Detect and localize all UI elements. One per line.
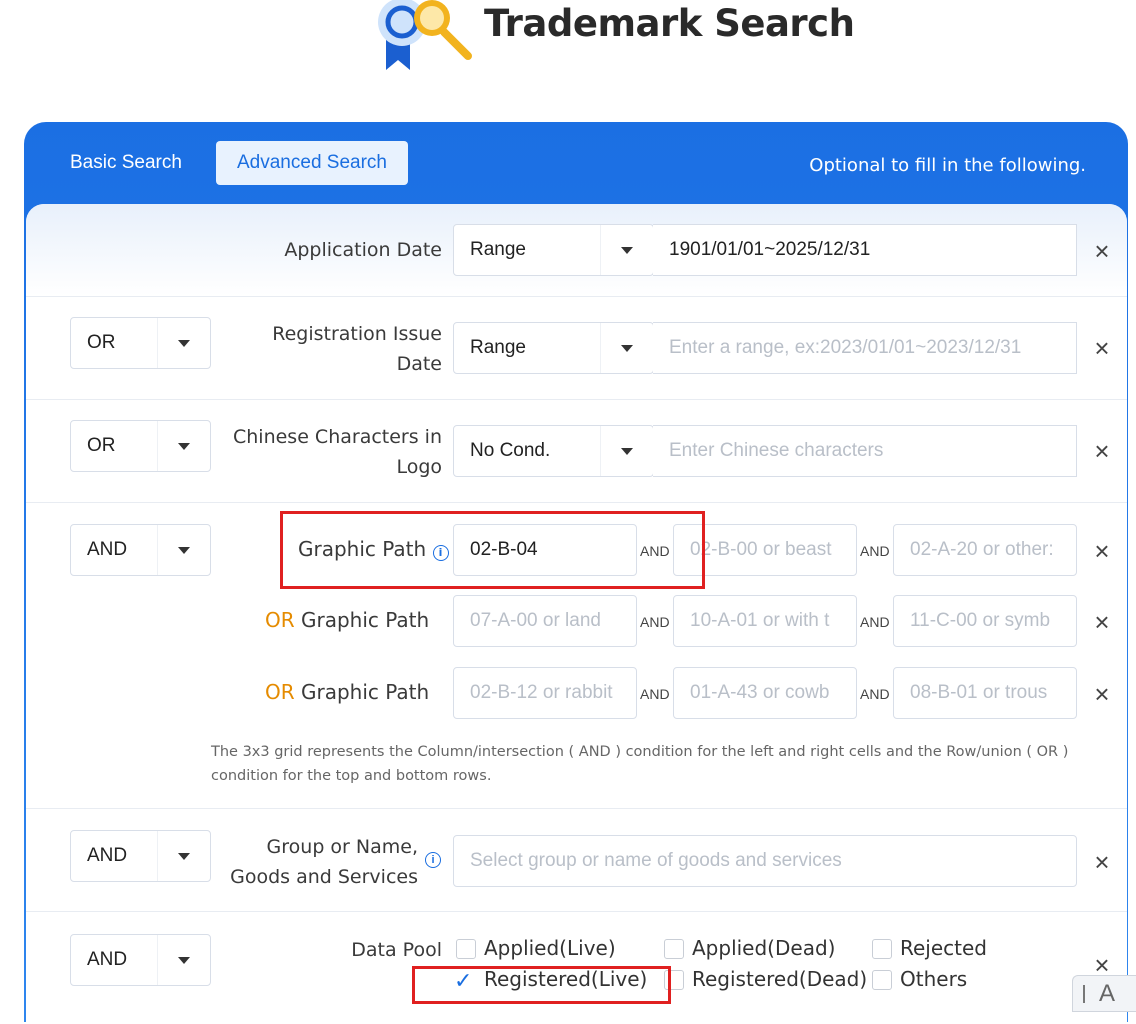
close-icon[interactable]: ×	[1090, 679, 1114, 710]
option-label: Applied(Live)	[484, 936, 616, 960]
registration-issue-date-label: Registration Issue Date	[200, 319, 442, 379]
label-text: Graphic Path	[301, 608, 430, 632]
tab-advanced-search[interactable]: Advanced Search	[216, 141, 408, 185]
divider	[26, 296, 1127, 297]
input-value: 1901/01/01~2025/12/31	[669, 239, 871, 260]
operator-select-datapool[interactable]: AND	[70, 934, 211, 986]
and-tag: AND	[860, 686, 890, 702]
select-value: Range	[470, 337, 526, 358]
tab-basic-search[interactable]: Basic Search	[70, 152, 182, 174]
option-label: Applied(Dead)	[692, 936, 836, 960]
cursor-icon	[1083, 984, 1085, 1003]
chinese-characters-mode-select[interactable]: No Cond.	[453, 425, 654, 477]
registration-date-mode-select[interactable]: Range	[453, 322, 654, 374]
registration-date-input[interactable]: Enter a range, ex:2023/01/01~2023/12/31	[653, 322, 1077, 374]
input-placeholder: 02-B-12 or rabbit	[470, 682, 613, 703]
checkbox-rejected[interactable]	[872, 939, 892, 959]
input-placeholder: 11-C-00 or symb	[910, 610, 1051, 631]
or-graphic-path-label: OR Graphic Path	[265, 608, 429, 632]
application-date-mode-select[interactable]: Range	[453, 224, 654, 276]
operator-select-graphic[interactable]: AND	[70, 524, 211, 576]
chinese-characters-label: Chinese Characters in Logo	[200, 422, 442, 482]
option-label: Registered(Dead)	[692, 967, 868, 991]
option-label: Rejected	[900, 936, 988, 960]
optional-hint: Optional to fill in the following.	[809, 155, 1086, 176]
input-placeholder: 10-A-01 or with t	[690, 610, 830, 631]
checkbox-applied-dead[interactable]	[664, 939, 684, 959]
caret-down-icon	[600, 323, 653, 373]
application-date-input[interactable]: 1901/01/01~2025/12/31	[653, 224, 1077, 276]
input-placeholder: Select group or name of goods and servic…	[470, 850, 842, 871]
close-icon[interactable]: ×	[1090, 536, 1114, 567]
graphic-path-r3c1[interactable]: 02-B-12 or rabbit	[453, 667, 637, 719]
input-placeholder: 07-A-00 or land	[470, 610, 601, 631]
label-line: Goods and Services	[230, 866, 418, 888]
graphic-path-r3c3[interactable]: 08-B-01 or trous	[893, 667, 1077, 719]
input-placeholder: 01-A-43 or cowb	[690, 682, 830, 703]
select-value: AND	[87, 845, 128, 866]
close-icon[interactable]: ×	[1090, 847, 1114, 878]
divider	[26, 399, 1127, 400]
label-line: Chinese Characters in	[232, 426, 442, 448]
select-value: AND	[87, 539, 128, 560]
caret-down-icon	[157, 935, 210, 985]
page-title: Trademark Search	[484, 2, 855, 45]
graphic-path-r3c2[interactable]: 01-A-43 or cowb	[673, 667, 857, 719]
label-line: Registration Issue	[272, 323, 442, 345]
or-word: OR	[265, 608, 295, 632]
select-value: OR	[87, 435, 116, 456]
label-line: Logo	[396, 456, 442, 478]
caret-down-icon	[157, 525, 210, 575]
divider	[26, 911, 1127, 912]
and-tag: AND	[860, 543, 890, 559]
select-value: AND	[87, 949, 128, 970]
input-placeholder: 02-A-20 or other:	[910, 539, 1054, 560]
input-placeholder: Enter a range, ex:2023/01/01~2023/12/31	[669, 337, 1022, 358]
and-tag: AND	[640, 614, 670, 630]
checkbox-applied-live[interactable]	[456, 939, 476, 959]
label-text: Graphic Path	[301, 680, 430, 704]
text-size-widget[interactable]: A	[1072, 975, 1136, 1012]
close-icon[interactable]: ×	[1090, 436, 1114, 467]
data-pool-label: Data Pool	[351, 939, 442, 961]
application-date-label: Application Date	[284, 239, 442, 261]
or-graphic-path-label: OR Graphic Path	[265, 680, 429, 704]
input-placeholder: Enter Chinese characters	[669, 440, 884, 461]
select-value: No Cond.	[470, 440, 551, 461]
goods-services-select[interactable]: Select group or name of goods and servic…	[453, 835, 1077, 887]
input-placeholder: 08-B-01 or trous	[910, 682, 1048, 703]
divider	[26, 808, 1127, 809]
close-icon[interactable]: ×	[1090, 333, 1114, 364]
info-icon[interactable]: i	[425, 852, 441, 868]
grid-help-note: The 3x3 grid represents the Column/inter…	[211, 744, 1069, 784]
graphic-path-r2c1[interactable]: 07-A-00 or land	[453, 595, 637, 647]
operator-select-chinese[interactable]: OR	[70, 420, 211, 472]
highlight-box	[412, 966, 671, 1004]
font-size-icon: A	[1099, 979, 1116, 1007]
close-icon[interactable]: ×	[1090, 607, 1114, 638]
graphic-path-r2c3[interactable]: 11-C-00 or symb	[893, 595, 1077, 647]
checkbox-others[interactable]	[872, 970, 892, 990]
divider	[26, 502, 1127, 503]
select-value: OR	[87, 332, 116, 353]
input-placeholder: 02-B-00 or beast	[690, 539, 832, 560]
graphic-path-r2c2[interactable]: 10-A-01 or with t	[673, 595, 857, 647]
operator-select-goods[interactable]: AND	[70, 830, 211, 882]
option-label: Others	[900, 967, 968, 991]
chinese-characters-input[interactable]: Enter Chinese characters	[653, 425, 1077, 477]
label-line: Date	[396, 353, 442, 375]
highlight-box	[280, 511, 705, 589]
caret-down-icon	[600, 225, 653, 275]
select-value: Range	[470, 239, 526, 260]
and-tag: AND	[860, 614, 890, 630]
caret-down-icon	[600, 426, 653, 476]
goods-services-label: Group or Name, Goods and Services	[200, 832, 418, 892]
operator-select-registration[interactable]: OR	[70, 317, 211, 369]
and-tag: AND	[640, 686, 670, 702]
graphic-path-r1c3[interactable]: 02-A-20 or other:	[893, 524, 1077, 576]
trademark-logo-icon	[368, 0, 474, 72]
or-word: OR	[265, 680, 295, 704]
close-icon[interactable]: ×	[1090, 236, 1114, 267]
label-line: Group or Name,	[266, 836, 418, 858]
